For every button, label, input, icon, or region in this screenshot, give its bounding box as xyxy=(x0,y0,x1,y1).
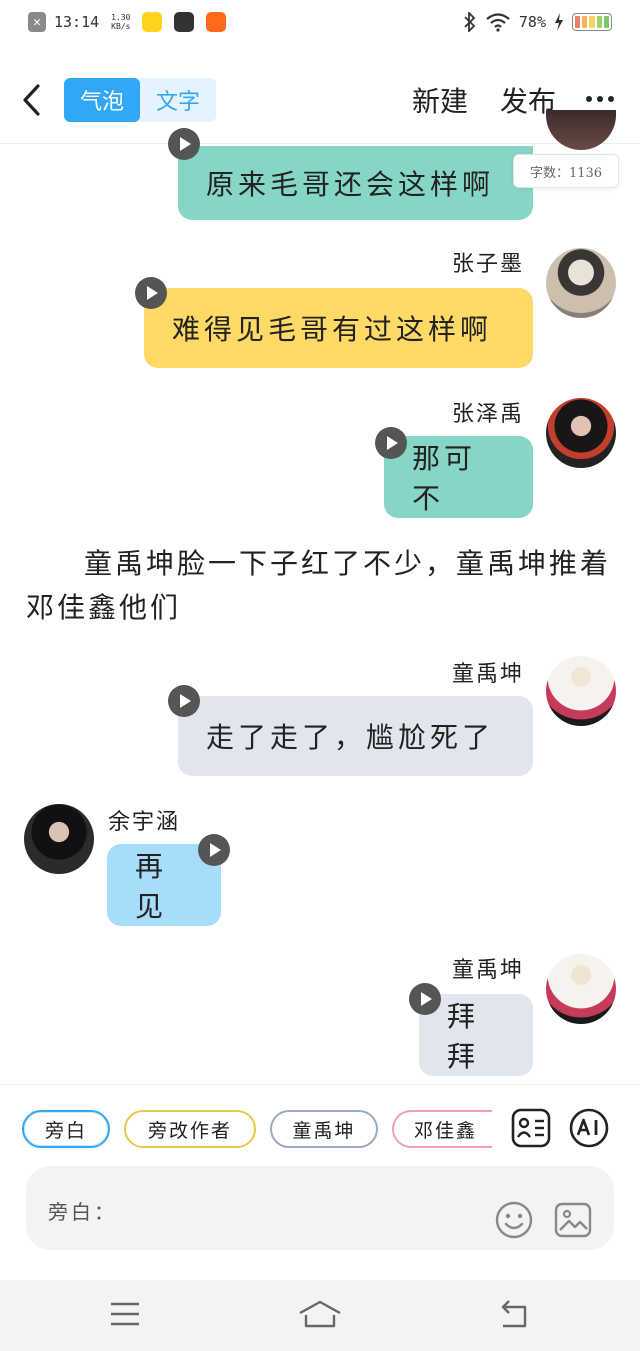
avatar[interactable] xyxy=(546,248,616,318)
top-bar: 气泡 文字 新建 发布 xyxy=(0,52,640,144)
video-app-icon xyxy=(174,12,195,32)
ai-icon[interactable] xyxy=(569,1108,609,1148)
message-bubble[interactable]: 那可不 xyxy=(384,436,533,518)
message-text: 再见 xyxy=(135,850,168,923)
narration-text[interactable]: 童禹坤脸一下子红了不少，童禹坤推着邓佳鑫他们 xyxy=(26,542,616,630)
avatar[interactable] xyxy=(546,398,616,468)
image-icon[interactable] xyxy=(553,1200,593,1240)
status-bar: ✕ 13:14 1.30 KB/s 78% xyxy=(0,0,640,44)
home-icon[interactable] xyxy=(298,1298,342,1330)
more-dots-icon[interactable] xyxy=(586,96,614,102)
mode-toggle: 气泡 文字 xyxy=(64,78,216,122)
return-icon[interactable] xyxy=(493,1298,537,1330)
message-text: 那可不 xyxy=(412,442,477,515)
emoji-icon[interactable] xyxy=(494,1200,534,1240)
message-text: 拜拜 xyxy=(447,1000,480,1073)
wifi-icon xyxy=(486,13,510,32)
charging-icon xyxy=(555,13,563,31)
role-chip-label: 童禹坤 xyxy=(292,1119,356,1142)
bluetooth-icon xyxy=(464,12,476,32)
tab-text[interactable]: 文字 xyxy=(140,78,216,122)
message-text: 原来毛哥还会这样啊 xyxy=(206,168,495,201)
status-time: 13:14 xyxy=(54,13,100,31)
message-bubble[interactable]: 原来毛哥还会这样啊 xyxy=(178,146,533,220)
role-chip-narrator[interactable]: 旁白 xyxy=(22,1110,110,1148)
role-chip-author[interactable]: 旁改作者 xyxy=(124,1110,256,1148)
play-voice-icon[interactable] xyxy=(168,685,200,717)
battery-icon xyxy=(572,13,612,31)
status-left: ✕ 13:14 1.30 KB/s xyxy=(28,12,227,32)
speaker-name: 张子墨 xyxy=(452,252,525,277)
play-voice-icon[interactable] xyxy=(135,277,167,309)
message-bubble[interactable]: 走了走了，尴尬死了 xyxy=(178,696,533,776)
shop-app-icon xyxy=(206,12,227,32)
play-voice-icon[interactable] xyxy=(168,128,200,160)
avatar[interactable] xyxy=(24,804,94,874)
status-right: 78% xyxy=(463,12,612,32)
word-count-badge: 字数：1136 xyxy=(513,154,619,188)
role-chip-character[interactable]: 童禹坤 xyxy=(270,1110,378,1148)
play-voice-icon[interactable] xyxy=(375,427,407,459)
role-card-icon[interactable] xyxy=(511,1108,551,1148)
tab-bubble[interactable]: 气泡 xyxy=(64,78,140,122)
message-text: 走了走了，尴尬死了 xyxy=(206,721,495,754)
network-speed: 1.30 KB/s xyxy=(111,13,130,31)
role-chip-label: 旁改作者 xyxy=(147,1119,232,1142)
role-chip-character[interactable]: 邓佳鑫 xyxy=(392,1110,492,1148)
speaker-name: 童禹坤 xyxy=(452,958,525,983)
input-role-label: 旁白： xyxy=(48,1200,117,1224)
speaker-name: 余宇涵 xyxy=(108,810,181,835)
speaker-name: 童禹坤 xyxy=(452,662,525,687)
role-chip-label: 旁白 xyxy=(44,1119,87,1142)
message-text: 难得见毛哥有过这样啊 xyxy=(172,313,493,346)
network-speed-unit: KB/s xyxy=(111,22,131,31)
menu-icon[interactable] xyxy=(103,1298,147,1330)
avatar[interactable] xyxy=(546,110,616,150)
back-arrow-icon[interactable] xyxy=(18,80,48,120)
message-bubble[interactable]: 难得见毛哥有过这样啊 xyxy=(144,288,533,368)
avatar[interactable] xyxy=(546,954,616,1024)
play-voice-icon[interactable] xyxy=(409,983,441,1015)
battery-percent: 78% xyxy=(518,13,546,31)
network-speed-value: 1.30 xyxy=(111,13,131,22)
play-voice-icon[interactable] xyxy=(198,834,230,866)
close-notification-icon: ✕ xyxy=(28,12,46,32)
avatar[interactable] xyxy=(546,656,616,726)
weibo-app-icon xyxy=(142,12,163,32)
role-chip-label: 邓佳鑫 xyxy=(414,1119,478,1142)
new-button[interactable]: 新建 xyxy=(412,80,468,120)
speaker-name: 张泽禹 xyxy=(452,402,525,427)
